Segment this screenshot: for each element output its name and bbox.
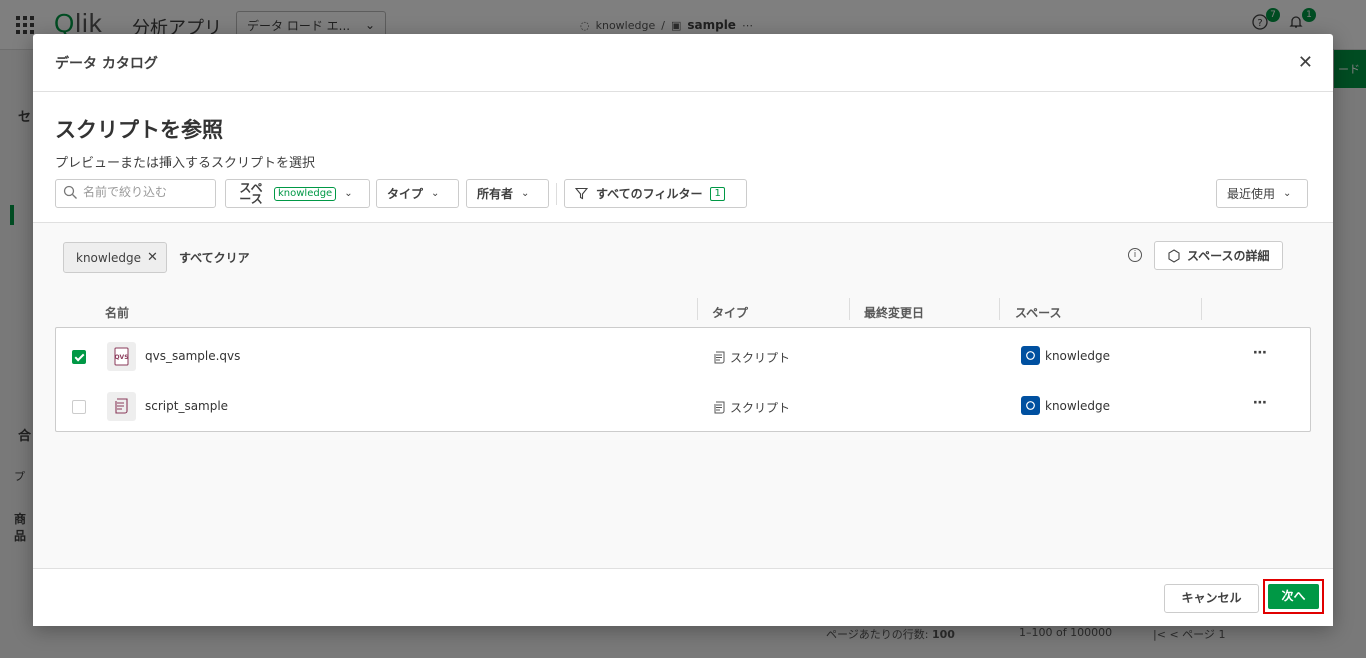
- column-divider: [697, 298, 698, 320]
- space-filter-dropdown[interactable]: スペース knowledge ⌄: [225, 179, 370, 208]
- file-type: スクリプト: [713, 349, 790, 366]
- table-body: QVS qvs_sample.qvs スクリプト knowledge ⋯ scr…: [55, 327, 1311, 432]
- column-header-type[interactable]: タイプ: [712, 304, 748, 321]
- table-row[interactable]: QVS qvs_sample.qvs スクリプト knowledge ⋯: [56, 331, 1310, 381]
- space-filter-tag: knowledge: [274, 186, 337, 201]
- filter-bar: スペース knowledge ⌄ タイプ ⌄ 所有者 ⌄ すべてのフィルター 1…: [55, 179, 1311, 209]
- chip-label: knowledge: [76, 250, 142, 265]
- column-header-name[interactable]: 名前: [105, 304, 129, 321]
- chip-remove-icon[interactable]: ✕: [147, 250, 158, 265]
- file-type-label: スクリプト: [730, 351, 791, 365]
- page-title: スクリプトを参照: [55, 118, 223, 142]
- table-row[interactable]: script_sample スクリプト knowledge ⋯: [56, 381, 1310, 431]
- clear-all-button[interactable]: すべてクリア: [179, 249, 250, 266]
- file-name[interactable]: qvs_sample.qvs: [145, 349, 240, 363]
- chevron-down-icon: ⌄: [1283, 188, 1292, 199]
- dialog-header: データ カタログ ✕: [33, 34, 1333, 92]
- space-details-button[interactable]: スペースの詳細: [1154, 241, 1283, 270]
- space-details-label: スペースの詳細: [1187, 249, 1270, 263]
- info-icon[interactable]: i: [1128, 248, 1142, 262]
- search-box: [55, 179, 216, 208]
- row-more-icon[interactable]: ⋯: [1253, 395, 1268, 411]
- column-header-space[interactable]: スペース: [1015, 304, 1062, 321]
- file-space-label[interactable]: knowledge: [1045, 399, 1110, 413]
- data-catalog-dialog: データ カタログ ✕ スクリプトを参照 プレビューまたは挿入するスクリプトを選択…: [33, 34, 1333, 626]
- chevron-down-icon: ⌄: [521, 188, 530, 199]
- sort-dropdown[interactable]: 最近使用 ⌄: [1216, 179, 1308, 208]
- next-button-highlight: 次へ: [1263, 579, 1324, 614]
- file-type: スクリプト: [713, 399, 790, 416]
- table-header: 名前 タイプ 最終変更日 スペース: [55, 298, 1311, 328]
- type-filter-dropdown[interactable]: タイプ ⌄: [376, 179, 459, 208]
- chevron-down-icon: ⌄: [344, 188, 353, 199]
- all-filters-button[interactable]: すべてのフィルター 1: [564, 179, 747, 208]
- owner-filter-dropdown[interactable]: 所有者 ⌄: [466, 179, 549, 208]
- managed-space-icon: [1021, 346, 1040, 365]
- search-input[interactable]: [83, 185, 211, 199]
- divider: [556, 183, 557, 205]
- sort-label: 最近使用: [1227, 187, 1276, 201]
- script-file-icon: [107, 392, 136, 421]
- space-filter-label: スペース: [239, 180, 263, 206]
- active-filter-chip: knowledge ✕: [63, 242, 167, 273]
- filter-count-badge: 1: [710, 186, 725, 201]
- dialog-footer: キャンセル 次へ: [33, 568, 1333, 626]
- column-divider: [999, 298, 1000, 320]
- owner-filter-label: 所有者: [477, 187, 514, 201]
- all-filters-label: すべてのフィルター: [596, 187, 703, 201]
- file-name[interactable]: script_sample: [145, 399, 228, 413]
- space-icon: [1168, 248, 1180, 263]
- file-space-label[interactable]: knowledge: [1045, 349, 1110, 363]
- page-subtitle: プレビューまたは挿入するスクリプトを選択: [55, 156, 316, 171]
- qvs-file-icon: QVS: [107, 342, 136, 371]
- row-checkbox[interactable]: [72, 400, 86, 414]
- file-space: knowledge: [1021, 396, 1110, 415]
- search-icon: [63, 185, 77, 199]
- type-filter-label: タイプ: [387, 187, 424, 201]
- next-button[interactable]: 次へ: [1268, 584, 1319, 609]
- section-header: スクリプトを参照 プレビューまたは挿入するスクリプトを選択: [55, 114, 315, 171]
- row-more-icon[interactable]: ⋯: [1253, 345, 1268, 361]
- file-space: knowledge: [1021, 346, 1110, 365]
- row-checkbox[interactable]: [72, 350, 86, 364]
- script-icon: [714, 351, 725, 364]
- results-panel: knowledge ✕ すべてクリア i スペースの詳細 名前 タイプ 最終変更…: [33, 222, 1333, 568]
- column-divider: [849, 298, 850, 320]
- svg-text:QVS: QVS: [114, 354, 128, 361]
- column-divider: [1201, 298, 1202, 320]
- chevron-down-icon: ⌄: [431, 188, 440, 199]
- filter-icon: [575, 187, 588, 200]
- script-icon: [714, 401, 725, 414]
- close-icon[interactable]: ✕: [1298, 52, 1313, 73]
- cancel-button[interactable]: キャンセル: [1164, 584, 1259, 613]
- dialog-title: データ カタログ: [55, 56, 158, 72]
- managed-space-icon: [1021, 396, 1040, 415]
- file-type-label: スクリプト: [730, 401, 791, 415]
- column-header-modified[interactable]: 最終変更日: [864, 304, 924, 321]
